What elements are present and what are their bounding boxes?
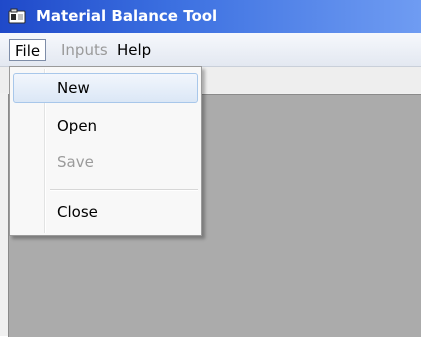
menu-file[interactable]: File (9, 39, 47, 61)
menu-item-open[interactable]: Open (13, 111, 198, 141)
menu-item-new[interactable]: New (13, 73, 198, 103)
menu-item-save-label: Save (57, 153, 94, 171)
application-window: Material Balance Tool File Inputs Help N… (0, 0, 421, 337)
menu-bar: File Inputs Help (0, 33, 421, 67)
app-icon[interactable] (8, 8, 26, 24)
menu-help[interactable]: Help (112, 39, 156, 61)
menu-item-open-label: Open (57, 117, 98, 135)
menu-separator (50, 189, 198, 191)
menu-item-save: Save (13, 147, 198, 177)
file-dropdown-menu: New Open Save Close (9, 66, 202, 236)
menu-inputs[interactable]: Inputs (56, 39, 113, 61)
title-bar[interactable]: Material Balance Tool (0, 0, 421, 33)
menu-item-close-label: Close (57, 203, 98, 221)
menu-item-close[interactable]: Close (13, 197, 198, 227)
menu-item-new-label: New (57, 79, 90, 97)
window-title: Material Balance Tool (36, 7, 218, 25)
